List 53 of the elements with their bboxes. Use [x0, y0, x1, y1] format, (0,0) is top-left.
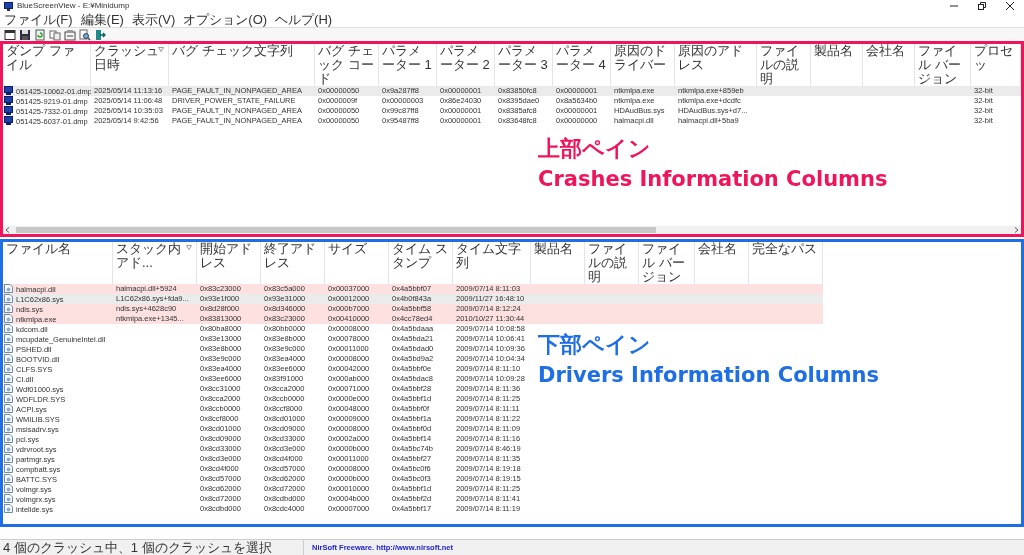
file-icon: [4, 454, 13, 463]
file-icon: [4, 364, 13, 373]
annotation-caption: Drivers Information Columns: [538, 362, 880, 388]
file-icon: [4, 434, 13, 443]
properties-button[interactable]: [63, 28, 76, 41]
computer-icon: [4, 96, 13, 105]
close-icon: [1006, 2, 1014, 10]
file-icon: [4, 494, 13, 503]
file-icon: [4, 344, 13, 353]
menu-item[interactable]: 編集(E): [80, 12, 124, 27]
file-icon: [4, 304, 13, 313]
file-icon: [4, 384, 13, 393]
file-icon: [4, 324, 13, 333]
computer-icon: [4, 116, 13, 125]
save-button[interactable]: [18, 28, 31, 41]
menu-item[interactable]: ファイル(F): [4, 12, 73, 27]
window-button[interactable]: [3, 28, 16, 41]
file-icon: [4, 394, 13, 403]
app-icon: [4, 1, 13, 11]
status-text: 4 個のクラッシュ中、1 個のクラッシュを選択: [0, 540, 304, 555]
file-icon: [4, 294, 13, 303]
file-icon: [4, 424, 13, 433]
file-icon: [4, 484, 13, 493]
menu-item[interactable]: オプション(O): [183, 12, 268, 27]
refresh-button[interactable]: [33, 28, 46, 41]
file-icon: [4, 414, 13, 423]
search-button[interactable]: [78, 28, 91, 41]
file-icon: [4, 374, 13, 383]
menu-item[interactable]: ヘルプ(H): [275, 12, 333, 27]
file-icon: [4, 314, 13, 323]
file-icon: [4, 444, 13, 453]
file-icon: [4, 354, 13, 363]
exit-button[interactable]: [93, 28, 106, 41]
file-icon: [4, 334, 13, 343]
file-icon: [4, 504, 13, 513]
menu-item[interactable]: 表示(V): [131, 12, 176, 27]
restore-icon: [978, 2, 986, 10]
computer-icon: [4, 106, 13, 115]
file-icon: [4, 464, 13, 473]
file-icon: [4, 404, 13, 413]
copy-button[interactable]: [48, 28, 61, 41]
annotation-heading: 上部ペイン: [538, 136, 652, 162]
annotation-caption: Crashes Information Columns: [538, 166, 888, 192]
refresh-icon: [33, 28, 46, 41]
computer-icon: [4, 86, 13, 95]
window-title: BlueScreenView - E:¥Minidump: [17, 1, 130, 11]
minimize-icon: [950, 2, 958, 10]
horizontal-scrollbar[interactable]: [3, 226, 1021, 234]
exit-icon: [93, 28, 106, 41]
annotation-heading: 下部ペイン: [538, 332, 652, 358]
file-icon: [4, 284, 13, 293]
scroll-thumb[interactable]: [16, 227, 656, 233]
file-icon: [4, 474, 13, 483]
